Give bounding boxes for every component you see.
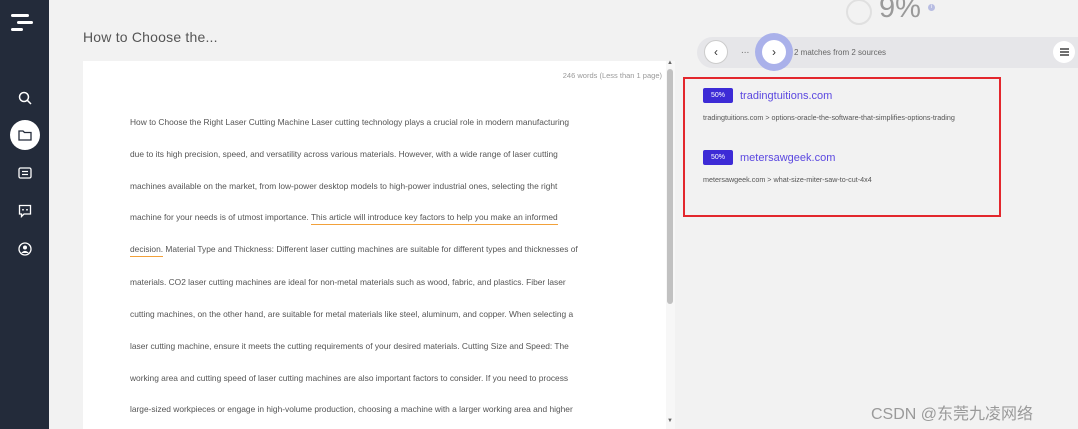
menu-icon [1059, 48, 1069, 56]
chevron-right-icon: › [772, 45, 776, 59]
chevron-left-icon: ‹ [714, 45, 718, 59]
document-line: machine for your needs is of utmost impo… [130, 212, 558, 225]
document-scrollbar[interactable]: ▲ ▼ [666, 60, 675, 429]
folder-icon [17, 130, 32, 141]
document-line: large-sized workpieces or engage in high… [130, 404, 573, 414]
sidebar [0, 0, 49, 429]
chat-icon [18, 204, 31, 218]
line-text: machine for your needs is of utmost impo… [130, 212, 311, 222]
match-percent-badge: 50% [703, 150, 733, 166]
source-path: metersawgeek.com > what-size-miter-saw-t… [703, 175, 872, 184]
previous-match-button[interactable]: ‹ [704, 40, 728, 64]
word-count: 246 words (Less than 1 page) [562, 71, 662, 80]
document-title: How to Choose the... [83, 29, 218, 45]
sources-list: 50% tradingtuitions.com tradingtuitions.c… [683, 77, 1001, 217]
user-icon [17, 242, 32, 256]
document-line: working area and cutting speed of laser … [130, 373, 569, 383]
scroll-up-arrow-icon[interactable]: ▲ [667, 60, 673, 66]
next-match-button[interactable]: › [762, 40, 786, 64]
search-icon [18, 91, 32, 105]
source-item[interactable]: 50% metersawgeek.com metersawgeek.com > w… [703, 149, 872, 184]
sidebar-item-documents[interactable] [0, 120, 49, 150]
info-icon[interactable]: i [928, 4, 935, 11]
document-editor[interactable]: 246 words (Less than 1 page) How to Choo… [83, 61, 666, 429]
document-line: materials. CO2 laser cutting machines ar… [130, 277, 566, 287]
source-path: tradingtuitions.com > options-oracle-the… [703, 113, 955, 122]
sidebar-item-list[interactable] [0, 159, 49, 187]
matched-highlight[interactable]: This article will introduce key factors … [310, 212, 558, 225]
matches-summary: 2 matches from 2 sources [794, 48, 887, 57]
source-domain-link[interactable]: tradingtuitions.com [740, 90, 832, 102]
match-ellipsis: ... [741, 45, 750, 56]
list-icon [17, 167, 32, 179]
source-domain-link[interactable]: metersawgeek.com [740, 152, 835, 164]
matched-highlight[interactable]: decision. [130, 244, 164, 257]
scroll-down-arrow-icon[interactable]: ▼ [667, 418, 673, 424]
score-value: 9% [879, 0, 921, 24]
document-line: cutting machines, on the other hand, are… [130, 309, 574, 319]
document-line: laser cutting machine, ensure it meets t… [130, 341, 569, 351]
sidebar-item-profile[interactable] [0, 235, 49, 263]
document-line: due to its high precision, speed, and ve… [130, 149, 558, 159]
score-ring [846, 0, 872, 25]
line-text: Material Type and Thickness: Different l… [163, 244, 578, 254]
source-item[interactable]: 50% tradingtuitions.com tradingtuitions.c… [703, 87, 955, 122]
document-line: machines available on the market, from l… [130, 181, 558, 191]
document-line: decision. Material Type and Thickness: D… [130, 244, 578, 257]
hamburger-logo[interactable] [11, 13, 35, 35]
sidebar-item-search[interactable] [0, 84, 49, 112]
matches-menu-button[interactable] [1053, 41, 1075, 63]
document-line: How to Choose the Right Laser Cutting Ma… [130, 117, 569, 127]
sidebar-item-feedback[interactable] [0, 197, 49, 225]
scrollbar-thumb[interactable] [667, 69, 673, 304]
matches-navbar: ‹ ... › 2 matches from 2 sources [697, 37, 1078, 68]
match-percent-badge: 50% [703, 88, 733, 104]
watermark: CSDN @东莞九凌网络 [871, 406, 1034, 423]
